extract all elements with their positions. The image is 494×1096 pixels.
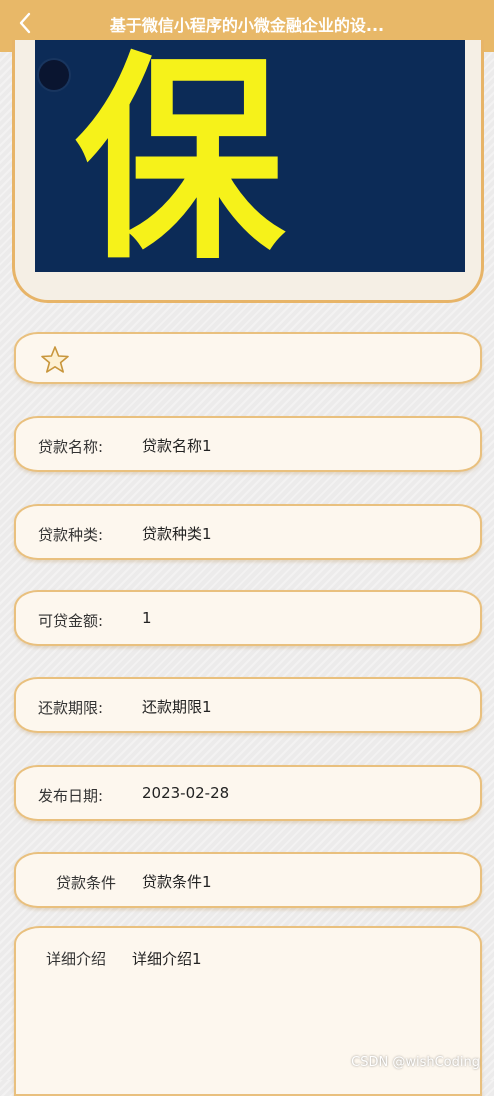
loan-type-label: 贷款种类:: [38, 526, 104, 544]
detail-row-loan-name: 贷款名称: 贷款名称1: [14, 416, 482, 472]
description-label: 详细介绍: [46, 950, 107, 968]
loan-name-label: 贷款名称:: [38, 438, 104, 456]
carousel-indicator: [39, 60, 69, 90]
loan-conditions-value: 贷款条件1: [142, 873, 212, 891]
banner-text: 保险: [75, 40, 285, 272]
back-button[interactable]: [10, 8, 40, 38]
publish-date-label: 发布日期:: [38, 787, 104, 805]
star-outline-icon[interactable]: [40, 345, 70, 375]
detail-row-loan-amount: 可贷金额: 1: [14, 590, 482, 646]
banner-image[interactable]: 保险: [35, 40, 465, 272]
repayment-term-value: 还款期限1: [142, 698, 212, 716]
loan-type-value: 贷款种类1: [142, 525, 212, 543]
banner-frame: 保险: [12, 40, 484, 303]
loan-name-value: 贷款名称1: [142, 437, 212, 455]
watermark: CSDN @wishCoding: [351, 1055, 480, 1070]
detail-row-publish-date: 发布日期: 2023-02-28: [14, 765, 482, 821]
repayment-term-label: 还款期限:: [38, 699, 104, 717]
detail-row-repayment-term: 还款期限: 还款期限1: [14, 677, 482, 733]
loan-amount-value: 1: [142, 609, 152, 627]
description-value: 详细介绍1: [132, 950, 202, 968]
loan-amount-label: 可贷金额:: [38, 612, 104, 630]
publish-date-value: 2023-02-28: [142, 784, 230, 802]
detail-row-description: 详细介绍 详细介绍1: [14, 926, 482, 1096]
loan-conditions-label: 贷款条件: [56, 874, 117, 892]
detail-row-loan-conditions: 贷款条件 贷款条件1: [14, 852, 482, 908]
chevron-left-icon: [19, 12, 31, 34]
detail-row-loan-type: 贷款种类: 贷款种类1: [14, 504, 482, 560]
favorite-card: [14, 332, 482, 384]
